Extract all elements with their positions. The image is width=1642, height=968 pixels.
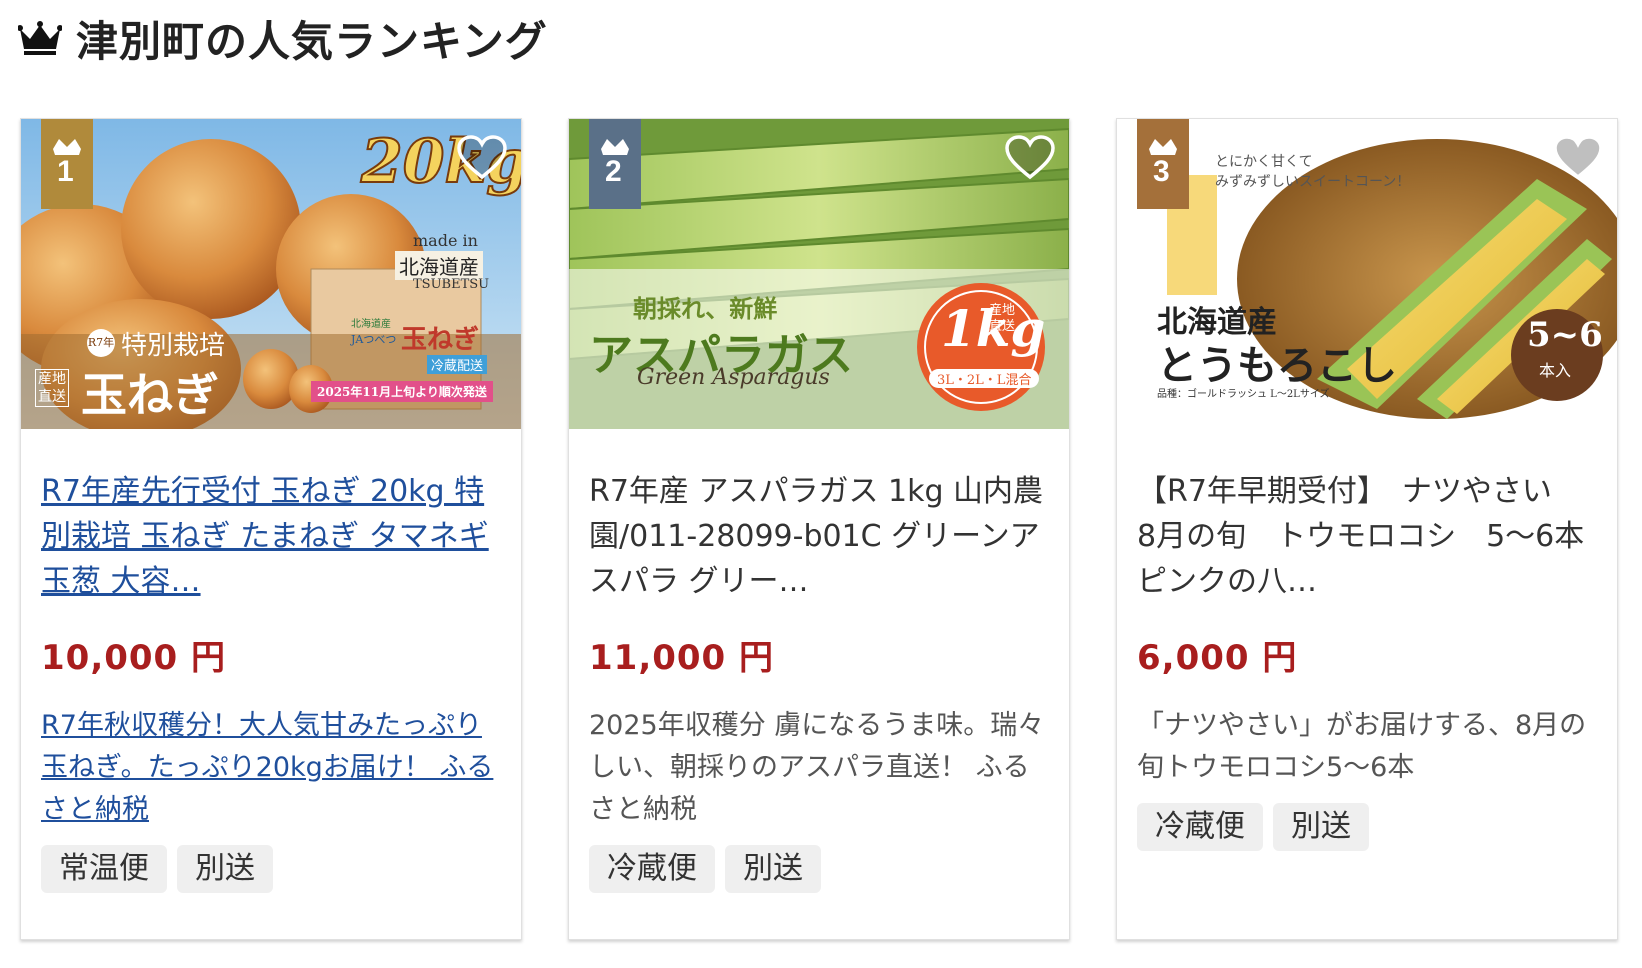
image-text-product: とうもろこし	[1157, 343, 1397, 389]
image-text-direct: 産地直送	[989, 303, 1016, 334]
tag-shipping-type: 冷蔵便	[1137, 803, 1263, 851]
tag-separate-shipping: 別送	[725, 845, 821, 893]
product-price: 10,000 円	[41, 638, 227, 678]
image-text-shipping-date: 2025年11月上旬より順次発送	[311, 381, 493, 402]
product-price: 6,000 円	[1137, 638, 1298, 678]
image-text-year: R7年産	[87, 329, 115, 357]
image-text-product: 玉ねぎ	[81, 368, 219, 422]
image-text-hokkaido: 北海道産	[395, 251, 483, 280]
ranking-card[interactable]: 20kg made in 北海道産 TSUBETSU 特別栽培 R7年産 産地直…	[20, 118, 522, 940]
tag-separate-shipping: 別送	[177, 845, 273, 893]
product-name-link[interactable]: 【R7年早期受付】 ナツやさい 8月の旬 トウモロコシ 5〜6本 ピンクの八…	[1137, 469, 1597, 604]
image-text-direct: 産地直送	[35, 369, 69, 407]
ranking-card[interactable]: 朝採れ、新鮮 アスパラガス Green Asparagus 1kg 産地直送 3…	[568, 118, 1070, 940]
product-description: 「ナツやさい」がお届けする、8月の旬トウモロコシ5〜6本	[1137, 710, 1587, 783]
image-text-madein: made in	[413, 231, 478, 250]
rank-number: 1	[57, 155, 74, 188]
image-text-box-onion: 玉ねぎ	[401, 325, 480, 355]
image-text-green-asparagus: Green Asparagus	[637, 365, 830, 390]
image-text-special: 特別栽培	[121, 331, 226, 361]
tag-list: 冷蔵便 別送	[1137, 803, 1597, 851]
image-text-tagline-2: みずみずしいスイートコーン！	[1215, 174, 1411, 190]
rank-number: 2	[605, 155, 622, 188]
tag-separate-shipping: 別送	[1273, 803, 1369, 851]
product-name-link[interactable]: R7年産 アスパラガス 1kg 山内農園/011-28099-b01C グリーン…	[589, 469, 1049, 604]
image-text-ja: JAつべつ	[351, 333, 397, 346]
tag-shipping-type: 常温便	[41, 845, 167, 893]
product-price: 11,000 円	[589, 638, 775, 678]
tag-shipping-type: 冷蔵便	[589, 845, 715, 893]
image-text-tsubetsu: TSUBETSU	[413, 277, 490, 292]
product-description: 2025年収穫分 虜になるうま味。瑞々しい、朝採りのアスパラ直送！ ふるさと納税	[589, 710, 1045, 825]
image-text-count: 5~6	[1527, 315, 1603, 355]
product-description-link[interactable]: R7年秋収穫分！大人気甘みたっぷり玉ねぎ。たっぷり20kgお届け！ ふるさと納税	[41, 705, 501, 831]
image-text-unit: 本入	[1539, 361, 1572, 380]
image-text-box-hokkaido: 北海道産	[351, 319, 391, 330]
product-image[interactable]: 朝採れ、新鮮 アスパラガス Green Asparagus 1kg 産地直送 3…	[569, 119, 1069, 429]
image-text-cold: 冷蔵配送	[427, 355, 488, 374]
product-name-link[interactable]: R7年産先行受付 玉ねぎ 20kg 特別栽培 玉ねぎ たまねぎ タマネギ 玉葱 …	[41, 469, 501, 604]
tag-list: 常温便 別送	[41, 845, 501, 893]
product-image[interactable]: とにかく甘くて みずみずしいスイートコーン！ 北海道産 とうもろこし 品種：ゴー…	[1117, 119, 1617, 429]
ranking-header: 津別町の人気ランキング	[18, 8, 548, 68]
page-title: 津別町の人気ランキング	[76, 16, 548, 66]
image-text-variety: 品種：ゴールドラッシュ L〜2Lサイズ	[1157, 389, 1330, 400]
heart-icon[interactable]	[457, 135, 507, 181]
crown-icon	[18, 21, 62, 55]
heart-icon[interactable]	[1005, 135, 1055, 181]
image-text-tagline-1: とにかく甘くて	[1215, 154, 1313, 170]
product-image[interactable]: 20kg made in 北海道産 TSUBETSU 特別栽培 R7年産 産地直…	[21, 119, 521, 429]
image-text-sizes: 3L・2L・L混合	[929, 369, 1040, 388]
ranking-card[interactable]: とにかく甘くて みずみずしいスイートコーン！ 北海道産 とうもろこし 品種：ゴー…	[1116, 118, 1618, 940]
rank-number: 3	[1153, 155, 1170, 188]
heart-icon[interactable]	[1553, 135, 1603, 181]
tag-list: 冷蔵便 別送	[589, 845, 1049, 893]
